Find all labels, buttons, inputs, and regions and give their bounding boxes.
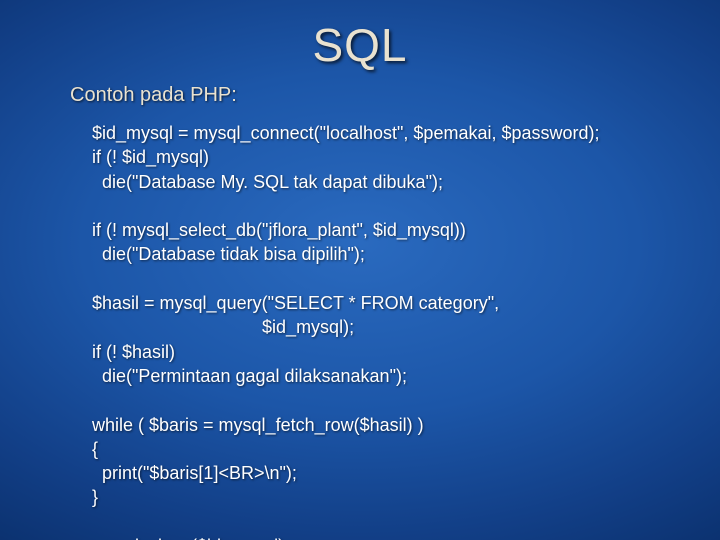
slide-title: SQL — [40, 18, 680, 72]
code-block: $id_mysql = mysql_connect("localhost", $… — [92, 121, 680, 540]
slide-subtitle: Contoh pada PHP: — [70, 84, 680, 107]
slide: SQL Contoh pada PHP: $id_mysql = mysql_c… — [0, 0, 720, 540]
